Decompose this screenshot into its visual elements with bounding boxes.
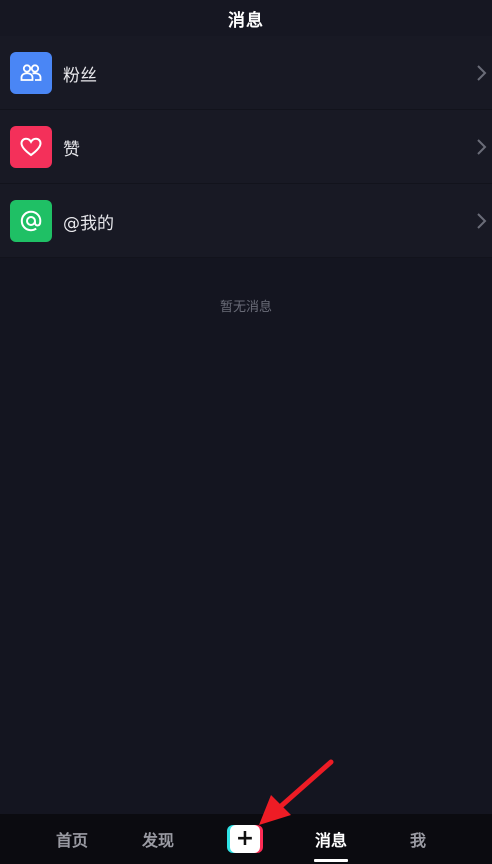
red-arrow-annotation — [259, 759, 334, 825]
plus-icon: + — [230, 825, 260, 853]
row-label: 粉丝 — [63, 65, 97, 86]
chevron-right-icon — [477, 213, 487, 229]
page-title: 消息 — [228, 10, 264, 31]
empty-state-text: 暂无消息 — [219, 300, 272, 315]
row-likes[interactable]: 赞 — [0, 110, 492, 184]
chevron-right-icon — [477, 139, 487, 155]
tab-label: 首页 — [55, 831, 88, 850]
at-icon — [10, 200, 52, 242]
row-fans[interactable]: 粉丝 — [0, 36, 492, 110]
tab-me[interactable]: 我 — [388, 814, 448, 864]
row-mentions[interactable]: @我的 — [0, 184, 492, 258]
heart-icon — [10, 126, 52, 168]
row-label: 赞 — [63, 139, 80, 160]
active-tab-indicator — [314, 859, 348, 862]
tab-label: 我 — [409, 831, 426, 850]
chevron-right-icon — [477, 65, 487, 81]
bottom-tab-bar: 首页 发现 + 消息 我 — [0, 814, 492, 864]
header-bar: 消息 — [0, 0, 492, 36]
tab-home[interactable]: 首页 — [42, 814, 102, 864]
tab-discover[interactable]: 发现 — [128, 814, 188, 864]
tab-label: 发现 — [141, 831, 174, 850]
fans-icon — [10, 52, 52, 94]
create-post-button[interactable]: + — [227, 825, 263, 853]
message-category-list: 粉丝 赞 @我的 — [0, 36, 492, 258]
tab-label: 消息 — [314, 831, 347, 850]
row-label: @我的 — [63, 213, 114, 234]
